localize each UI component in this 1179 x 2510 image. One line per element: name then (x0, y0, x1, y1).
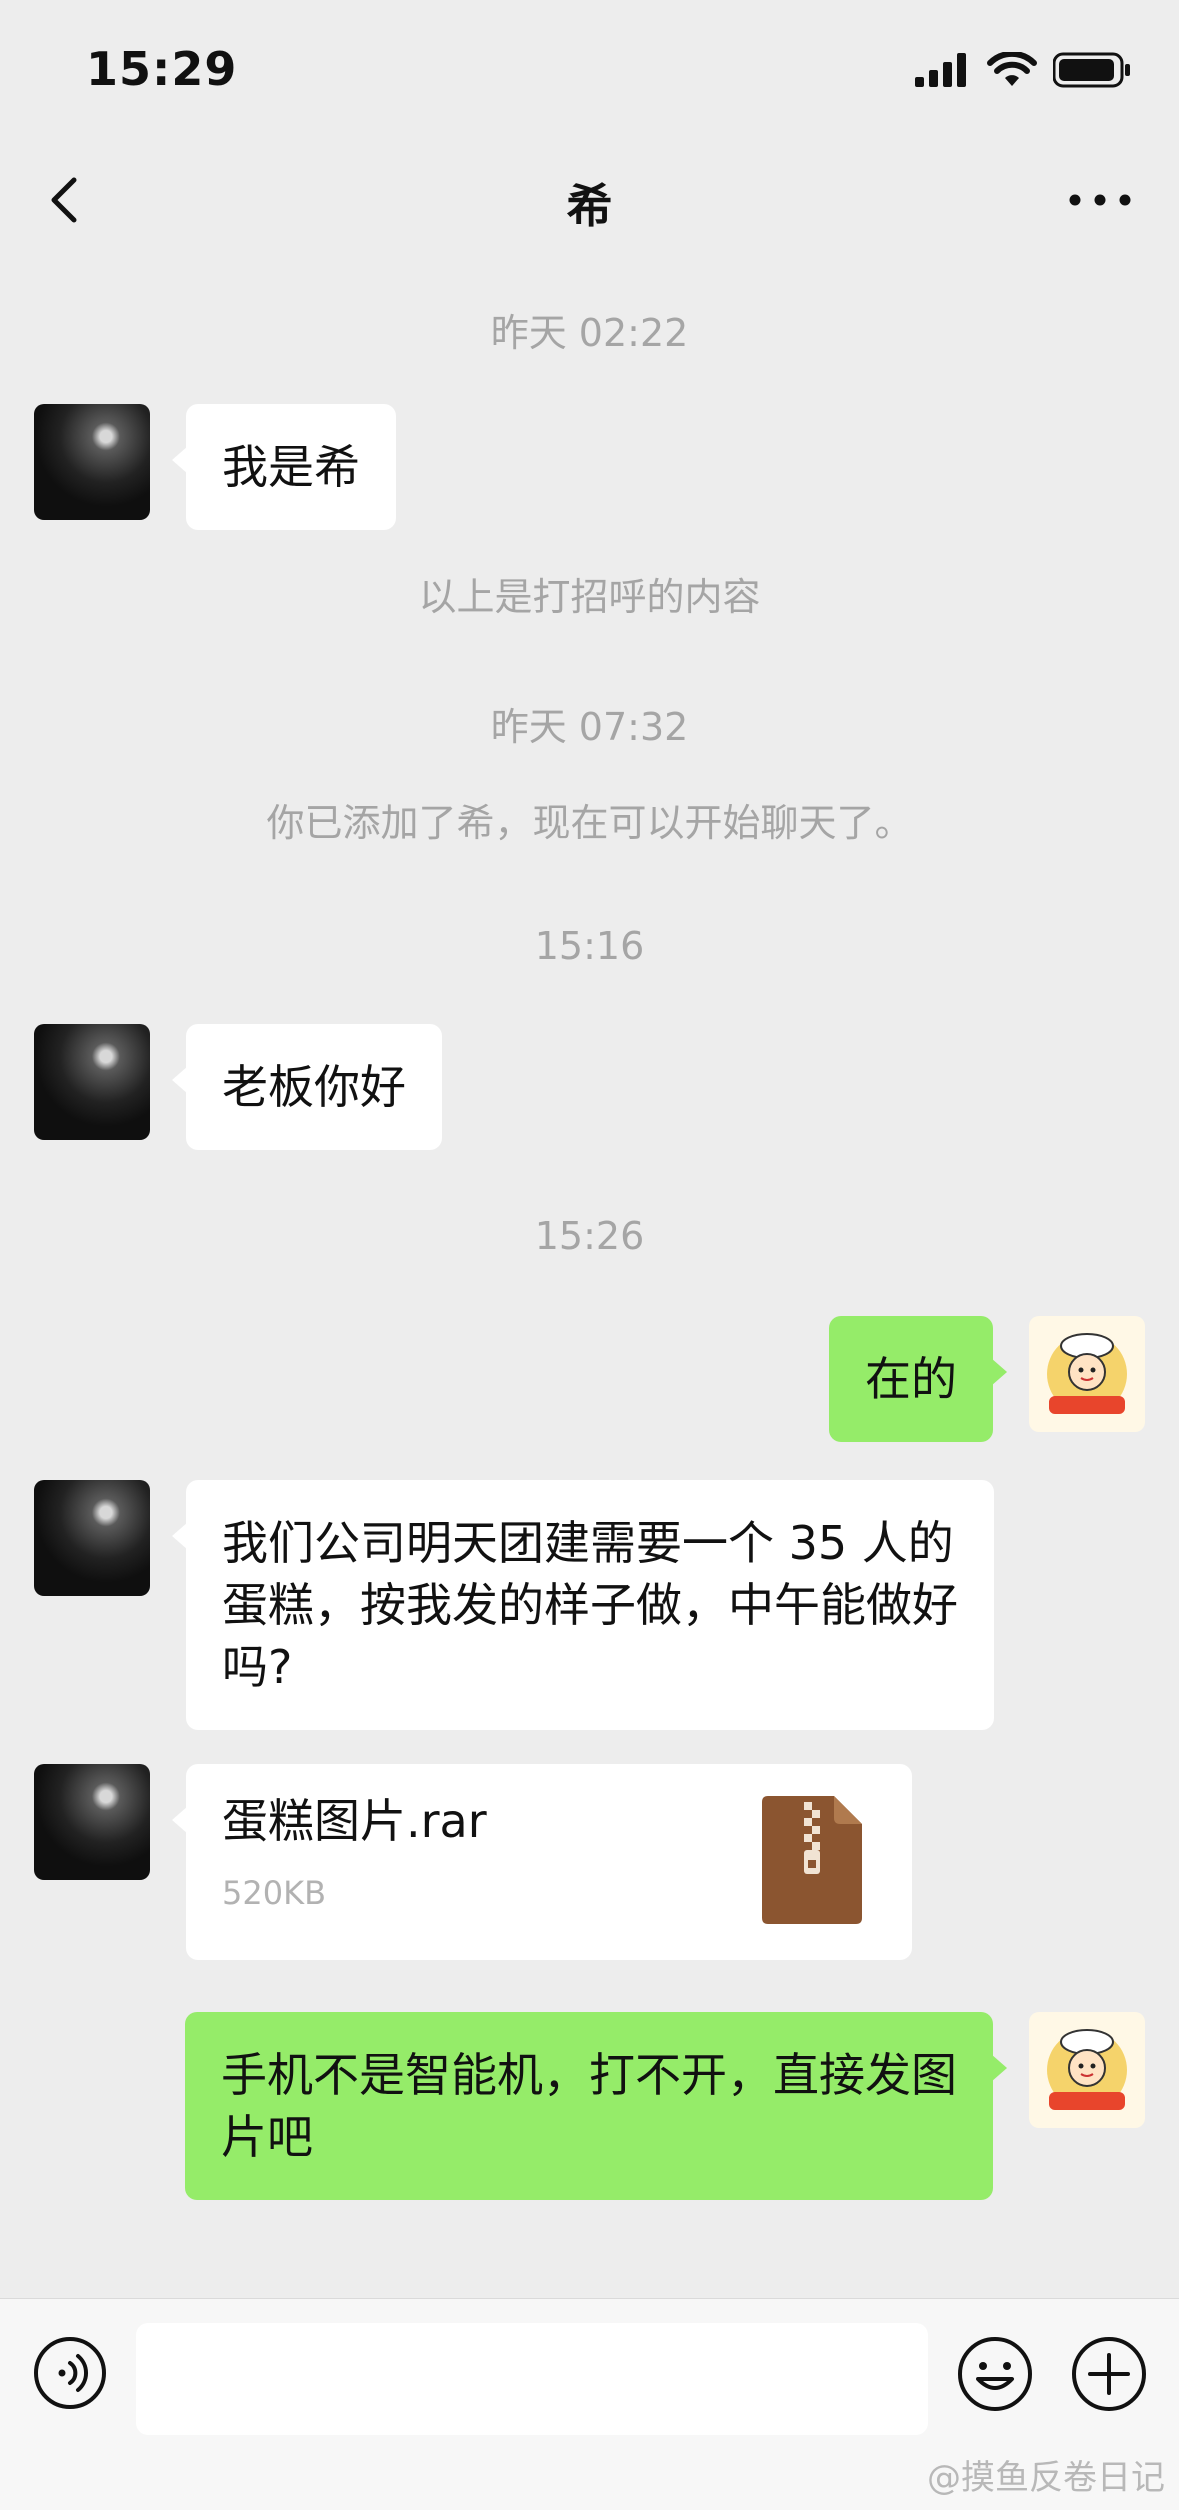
timestamp: 昨天 07:32 (490, 705, 689, 749)
plus-icon[interactable] (1070, 2335, 1148, 2413)
system-note: 你已添加了希，现在可以开始聊天了。 (266, 801, 913, 845)
contact-avatar[interactable] (34, 1764, 150, 1880)
message-input[interactable] (136, 2323, 928, 2435)
status-icons (915, 52, 1133, 88)
chat-header: 希 (0, 140, 1179, 260)
self-avatar[interactable] (1029, 1316, 1145, 1432)
status-time: 15:29 (86, 42, 238, 96)
file-name: 蛋糕图片.rar (222, 1794, 487, 1848)
message-bubble-received[interactable]: 老板你好 (172, 1024, 442, 1150)
chat-title: 希 (566, 179, 613, 233)
file-message[interactable]: 蛋糕图片.rar 520KB (172, 1764, 912, 1960)
timestamp: 昨天 02:22 (490, 311, 689, 355)
file-size: 520KB (222, 1874, 327, 1912)
timestamp: 15:26 (534, 1214, 645, 1258)
contact-avatar[interactable] (34, 1024, 150, 1140)
timestamp: 15:16 (534, 924, 645, 968)
chat-area[interactable]: 昨天 02:22 我是希 以上是打招呼的内容 昨天 07:32 你已添加了希，现… (0, 260, 1179, 2298)
emoji-icon[interactable] (956, 2335, 1034, 2413)
message-bubble-sent[interactable]: 手机不是智能机，打不开，直接发图片吧 (185, 2012, 1007, 2200)
message-bubble-received[interactable]: 我们公司明天团建需要一个 35 人的蛋糕，按我发的样子做，中午能做好吗? (172, 1480, 994, 1730)
signal-icon (915, 53, 966, 87)
battery-icon (1053, 52, 1130, 88)
contact-avatar[interactable] (34, 404, 150, 520)
status-bar: 15:29 (0, 0, 1179, 140)
voice-icon[interactable] (32, 2335, 108, 2411)
contact-avatar[interactable] (34, 1480, 150, 1596)
more-icon[interactable] (1065, 180, 1135, 220)
system-note: 以上是打招呼的内容 (418, 575, 761, 619)
message-bubble-received[interactable]: 我是希 (172, 404, 396, 530)
chef-logo-icon (1047, 1333, 1127, 1414)
wifi-icon (987, 52, 1037, 86)
watermark: @摸鱼反卷日记 (927, 2458, 1165, 2498)
zip-file-icon (762, 1796, 862, 1924)
chef-logo-icon (1047, 2029, 1127, 2110)
message-bubble-sent[interactable]: 在的 (829, 1316, 1007, 1442)
self-avatar[interactable] (1029, 2012, 1145, 2128)
